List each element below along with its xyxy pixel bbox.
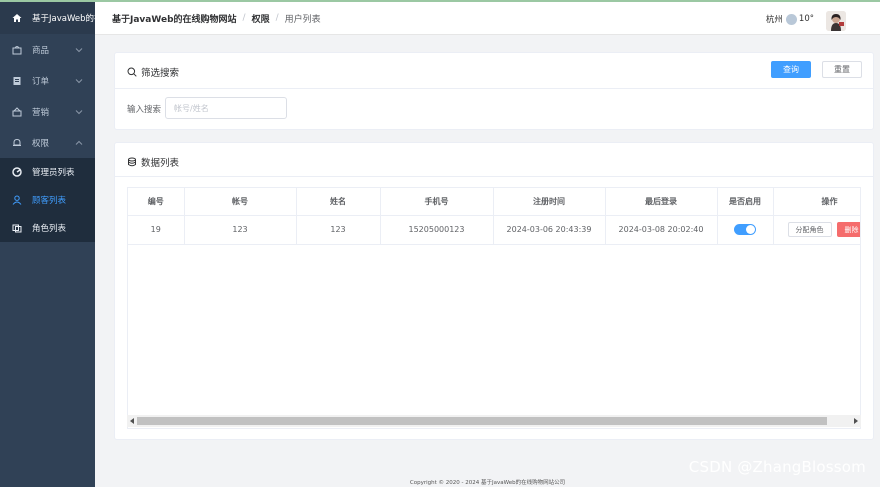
sidebar-item-permissions[interactable]: 权限 — [0, 127, 95, 158]
user-icon — [12, 195, 22, 205]
sidebar-brand: 基于JavaWeb的在 — [32, 14, 95, 24]
avatar[interactable] — [826, 11, 846, 31]
sidebar-item-label: 管理员列表 — [32, 168, 75, 178]
cell-name: 123 — [296, 215, 381, 245]
sidebar-item-label: 角色列表 — [32, 224, 67, 234]
sidebar-item-goods[interactable]: 商品 — [0, 34, 95, 65]
home-icon — [12, 13, 22, 23]
reset-button[interactable]: 重置 — [822, 61, 862, 78]
weather-widget: 杭州 10° — [766, 13, 814, 25]
sidebar-item-label: 权限 — [32, 138, 50, 149]
chevron-down-icon — [75, 46, 83, 54]
data-list-divider — [115, 176, 873, 177]
sidebar: 基于JavaWeb的在 商品 订单 营销 权限 管理员 — [0, 0, 95, 487]
table-header-row: 编号 帐号 姓名 手机号 注册时间 最后登录 是否启用 操作 — [128, 188, 860, 216]
search-label: 输入搜索 — [127, 105, 162, 115]
sidebar-item-home[interactable]: 基于JavaWeb的在 — [0, 0, 95, 34]
sidebar-item-orders[interactable]: 订单 — [0, 65, 95, 96]
sidebar-item-label: 商品 — [32, 45, 50, 56]
role-icon — [12, 223, 22, 233]
query-button[interactable]: 查询 — [771, 61, 811, 78]
order-icon — [12, 76, 22, 86]
cell-actions: 分配角色 删除 — [773, 215, 860, 245]
sidebar-item-marketing[interactable]: 营销 — [0, 96, 95, 127]
data-list-title-text: 数据列表 — [141, 158, 180, 169]
breadcrumb-item-home[interactable]: 基于JavaWeb的在线购物网站 — [112, 12, 237, 25]
sidebar-item-admin-list[interactable]: 管理员列表 — [0, 158, 95, 186]
top-accent-line — [0, 0, 880, 2]
cell-register-time: 2024-03-06 20:43:39 — [493, 215, 606, 245]
column-header: 操作 — [773, 188, 860, 216]
weather-temperature: 10° — [798, 14, 814, 24]
breadcrumb-separator: / — [242, 13, 246, 23]
breadcrumb: 基于JavaWeb的在线购物网站 / 权限 / 用户列表 — [112, 12, 321, 25]
column-header: 帐号 — [184, 188, 297, 216]
data-list-card: 数据列表 编号 帐号 姓名 手机号 注册时间 最后登录 是否启用 操作 19 1… — [114, 142, 874, 440]
search-icon — [127, 67, 137, 77]
filter-title-text: 筛选搜索 — [141, 68, 180, 79]
cloud-icon — [785, 13, 797, 25]
enabled-toggle[interactable] — [734, 224, 756, 235]
horizontal-scrollbar[interactable] — [127, 415, 861, 427]
scroll-right-icon[interactable] — [854, 418, 858, 424]
filter-divider — [115, 88, 873, 89]
shop-icon — [12, 45, 22, 55]
admin-icon — [12, 167, 22, 177]
breadcrumb-item-current: 用户列表 — [284, 14, 321, 25]
filter-card: 筛选搜索 查询 重置 输入搜索 — [114, 52, 874, 130]
cell-last-login: 2024-03-08 20:02:40 — [605, 215, 718, 245]
sidebar-item-customer-list[interactable]: 顾客列表 — [0, 186, 95, 214]
cell-phone: 15205000123 — [380, 215, 494, 245]
bell-icon — [12, 138, 22, 148]
user-table: 编号 帐号 姓名 手机号 注册时间 最后登录 是否启用 操作 19 123 12… — [127, 187, 861, 429]
scroll-left-icon[interactable] — [130, 418, 134, 424]
footer-copyright: Copyright © 2020 - 2024 基于JavaWeb的在线购物网站… — [409, 480, 566, 486]
sidebar-item-label: 营销 — [32, 107, 50, 118]
chevron-down-icon — [75, 108, 83, 116]
chevron-up-icon — [75, 139, 83, 147]
data-list-title: 数据列表 — [127, 155, 179, 169]
search-input[interactable] — [165, 97, 287, 119]
sidebar-submenu: 管理员列表 顾客列表 角色列表 — [0, 158, 95, 242]
marketing-icon — [12, 106, 22, 117]
column-header: 注册时间 — [493, 188, 606, 216]
sidebar-item-label: 顾客列表 — [32, 196, 67, 206]
filter-title: 筛选搜索 — [127, 65, 179, 79]
scrollbar-thumb[interactable] — [137, 417, 827, 425]
top-header: 基于JavaWeb的在线购物网站 / 权限 / 用户列表 杭州 10° — [95, 2, 880, 35]
column-header: 最后登录 — [605, 188, 718, 216]
table-row: 19 123 123 15205000123 2024-03-06 20:43:… — [128, 215, 860, 245]
column-header: 编号 — [128, 188, 185, 216]
delete-button[interactable]: 删除 — [836, 222, 860, 237]
column-header: 是否启用 — [717, 188, 774, 216]
cell-id: 19 — [128, 215, 185, 245]
column-header: 手机号 — [380, 188, 494, 216]
breadcrumb-separator: / — [275, 13, 279, 23]
chevron-down-icon — [75, 77, 83, 85]
column-header: 姓名 — [296, 188, 381, 216]
csdn-watermark: CSDN @ZhangBlossom — [688, 458, 866, 476]
sidebar-item-label: 订单 — [32, 76, 50, 87]
sidebar-item-role-list[interactable]: 角色列表 — [0, 214, 95, 242]
breadcrumb-item-permissions[interactable]: 权限 — [252, 12, 270, 25]
cell-account: 123 — [184, 215, 297, 245]
assign-role-button[interactable]: 分配角色 — [787, 222, 832, 237]
database-icon — [127, 157, 137, 167]
weather-city: 杭州 — [765, 15, 783, 25]
cell-enabled — [717, 215, 774, 245]
